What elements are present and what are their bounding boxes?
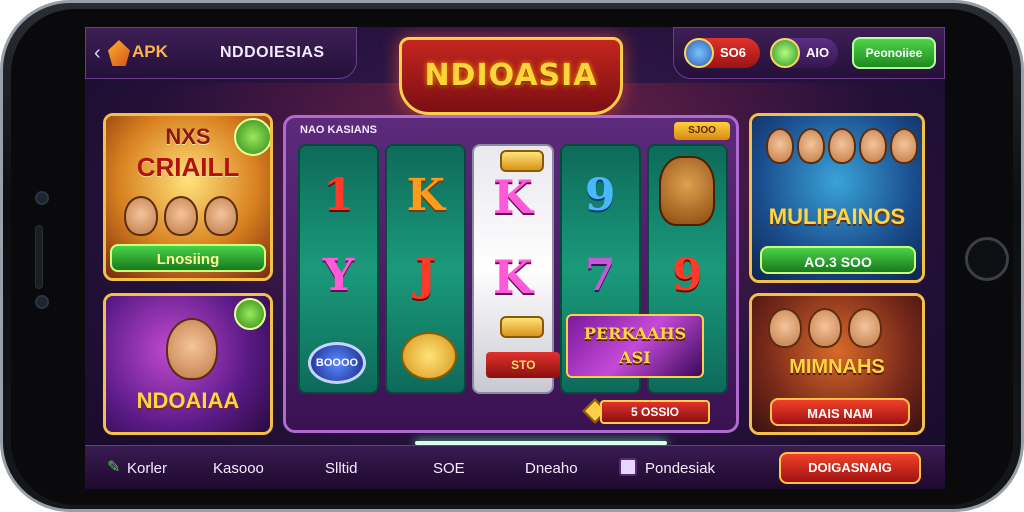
badge-icon <box>234 298 266 330</box>
reel-2: K J <box>385 144 467 394</box>
chip-icon: BOOOO <box>308 342 366 384</box>
character-face <box>166 318 218 380</box>
reel-symbol: 9 <box>584 170 616 221</box>
game-logo-text: NDIOASIA <box>424 58 598 93</box>
inbox-icon <box>619 458 637 476</box>
character-face <box>890 128 918 164</box>
reel-symbol: K <box>493 250 533 304</box>
home-button[interactable] <box>965 237 1009 281</box>
card-title: MULIPAINOS <box>768 204 906 229</box>
game-card-multiplayer[interactable]: MULIPAINOS AO.3 SOO <box>749 113 925 283</box>
front-camera <box>35 191 49 205</box>
nav-item-slltid[interactable]: Slltid <box>325 460 358 477</box>
nav-item-korler[interactable]: Korler <box>127 460 167 477</box>
game-title: NDDOIESIAS <box>220 44 325 61</box>
reel-3: K K STO <box>472 144 561 394</box>
character-face <box>797 128 825 164</box>
apk-label: APK <box>132 42 168 61</box>
win-badge: SJOO <box>674 122 730 140</box>
card-title: MIMNAHS <box>789 356 885 378</box>
gold-bar-icon <box>500 150 545 172</box>
top-bar-right: SO6 AIO Peonoiiee <box>673 27 945 79</box>
reel-symbol: K <box>406 170 445 221</box>
game-screen: ‹ APK NDDOIESIAS NDIOASIA SO6 AIO Peonoi… <box>85 27 945 489</box>
reel-symbol: Y <box>322 250 355 301</box>
apk-logo-icon <box>108 40 130 66</box>
character-face <box>768 308 802 348</box>
reel-symbol: 9 <box>672 250 703 301</box>
card-title-line2: CRIAILL <box>136 152 240 182</box>
bonus-text: PERKAAHS ASI <box>583 324 687 367</box>
card-play-button[interactable]: Lnosiing <box>110 244 266 272</box>
reel-symbol: 7 <box>584 250 616 301</box>
bottom-nav: ✎ Korler Kasooo Slltid SOE Dneaho Pondes… <box>85 445 945 489</box>
character-face <box>124 196 158 236</box>
character-group <box>124 196 238 236</box>
game-card-ndoaiaa[interactable]: NDOAIAA <box>103 293 273 435</box>
card-title: NDOAIAA <box>136 388 240 413</box>
reel-symbol: J <box>415 250 437 301</box>
gold-coins-icon <box>401 332 458 380</box>
game-card-mimnahs[interactable]: MIMNAHS MAIS NAM <box>749 293 925 435</box>
character-face <box>828 128 856 164</box>
nav-item-dneaho[interactable]: Dneaho <box>525 460 578 477</box>
balance-red-value: SO6 <box>720 45 747 60</box>
balance-pill-purple[interactable]: AIO <box>770 38 838 68</box>
bonus-panel[interactable]: PERKAAHS ASI <box>566 314 704 378</box>
character-face <box>808 308 842 348</box>
lion-mascot-icon <box>658 156 715 226</box>
gem-coin-icon <box>770 38 800 68</box>
card-play-button[interactable]: AO.3 SOO <box>760 246 916 274</box>
cta-button[interactable]: DOIGASNAIG <box>779 452 921 484</box>
card-play-button[interactable]: MAIS NAM <box>770 398 910 426</box>
ticket-icon: STO <box>486 352 561 378</box>
chevron-left-icon[interactable]: ‹ <box>94 42 101 65</box>
bet-value[interactable]: 5 OSSIO <box>600 400 710 424</box>
game-card-crial[interactable]: NXS CRIAILL Lnosiing <box>103 113 273 281</box>
character-group <box>766 128 918 164</box>
character-face <box>848 308 882 348</box>
reel-1: 1 Y BOOOO <box>298 144 380 394</box>
reel-symbol: K <box>493 170 533 224</box>
top-bar-left: ‹ APK NDDOIESIAS <box>85 27 357 79</box>
balance-pill-red[interactable]: SO6 <box>684 38 760 68</box>
character-face <box>164 196 198 236</box>
character-face <box>859 128 887 164</box>
reel-symbol: 1 <box>323 170 354 221</box>
character-face <box>766 128 794 164</box>
speaker-slot <box>35 225 43 289</box>
game-logo-banner: NDIOASIA <box>399 37 623 115</box>
badge-icon <box>234 118 270 156</box>
character-group <box>768 308 882 348</box>
nav-item-kasooo[interactable]: Kasooo <box>213 460 264 477</box>
sensor-dot <box>35 295 49 309</box>
pencil-icon: ✎ <box>107 459 121 476</box>
balance-purple-value: AIO <box>806 45 830 60</box>
character-face <box>204 196 238 236</box>
slot-machine: NAO KASIANS SJOO 1 Y BOOOO K J K K STO 9… <box>283 115 739 433</box>
phone-frame: ‹ APK NDDOIESIAS NDIOASIA SO6 AIO Peonoi… <box>0 0 1024 512</box>
slot-label: NAO KASIANS <box>300 124 378 136</box>
nav-item-soe[interactable]: SOE <box>433 460 465 477</box>
promo-button[interactable]: Peonoiiee <box>852 37 936 69</box>
avatar-coin-icon <box>684 38 714 68</box>
gold-bar-icon <box>500 316 545 338</box>
nav-item-pondesiak[interactable]: Pondesiak <box>645 460 715 477</box>
